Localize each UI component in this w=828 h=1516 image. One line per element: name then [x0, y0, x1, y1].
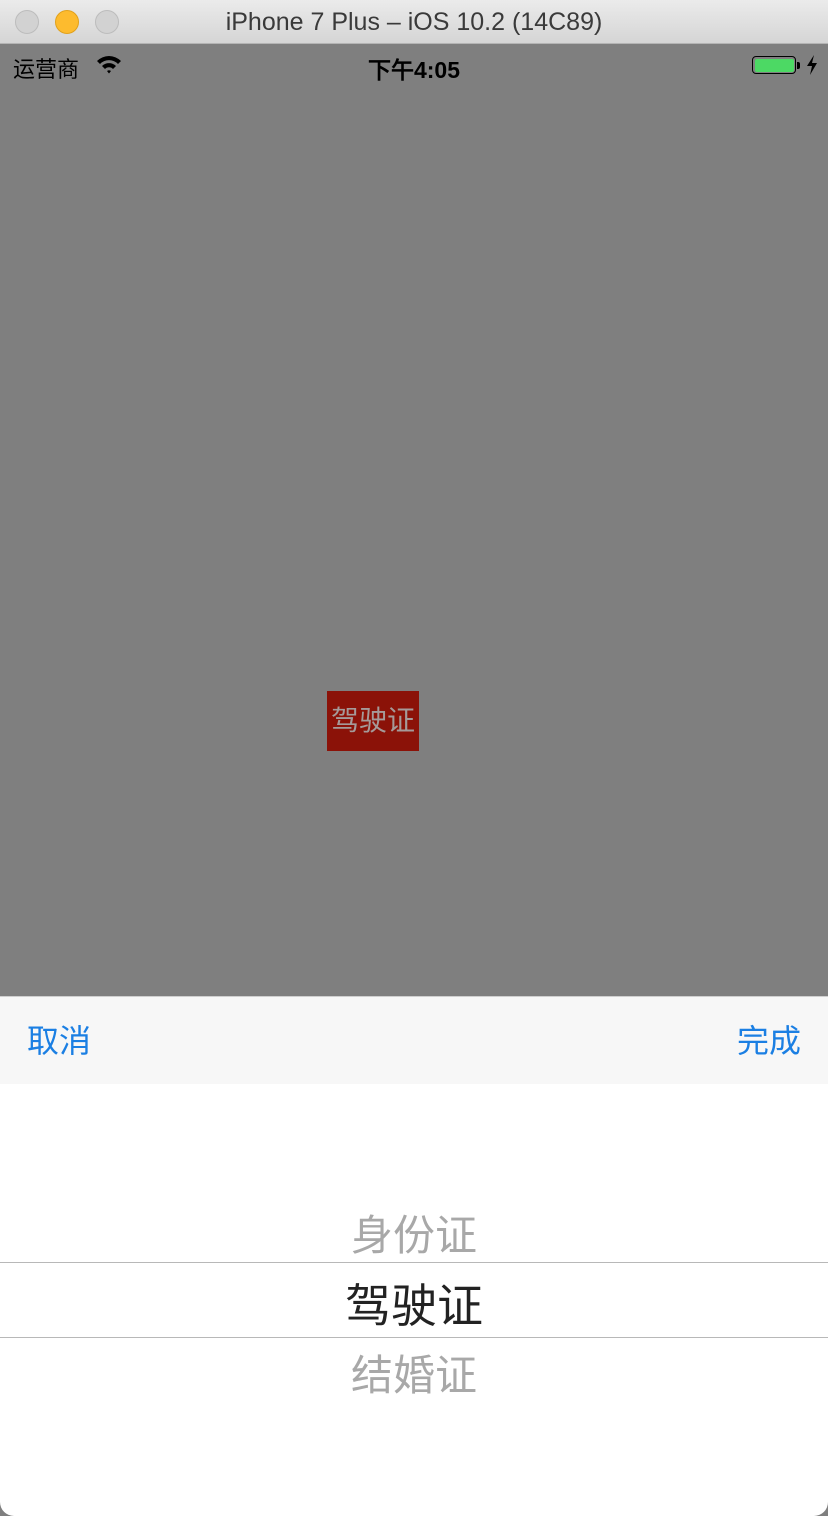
window-titlebar: iPhone 7 Plus – iOS 10.2 (14C89): [0, 0, 828, 44]
picker-toolbar: 取消 完成: [0, 996, 828, 1084]
battery-icon: [752, 56, 796, 74]
charging-bolt-icon: [807, 55, 817, 75]
picker-option-id-card[interactable]: 身份证: [0, 1202, 828, 1263]
picker-selection-line-top: [0, 1262, 828, 1263]
simulator-window: iPhone 7 Plus – iOS 10.2 (14C89) 运营商 下午4…: [0, 0, 828, 1516]
picker-selection-line-bottom: [0, 1337, 828, 1338]
window-title: iPhone 7 Plus – iOS 10.2 (14C89): [225, 8, 603, 36]
document-type-picker[interactable]: 身份证 驾驶证 结婚证: [0, 1084, 828, 1516]
picker-option-marriage-certificate[interactable]: 结婚证: [0, 1342, 828, 1403]
picker-option-drivers-license[interactable]: 驾驶证: [0, 1270, 828, 1336]
status-bar: 运营商 下午4:05: [0, 44, 828, 86]
selected-document-label: 驾驶证: [327, 691, 419, 751]
battery-level: [754, 58, 794, 72]
status-time: 下午4:05: [367, 57, 461, 83]
done-button[interactable]: 完成: [737, 997, 801, 1085]
battery-tip: [797, 62, 800, 69]
cancel-button[interactable]: 取消: [27, 997, 91, 1085]
